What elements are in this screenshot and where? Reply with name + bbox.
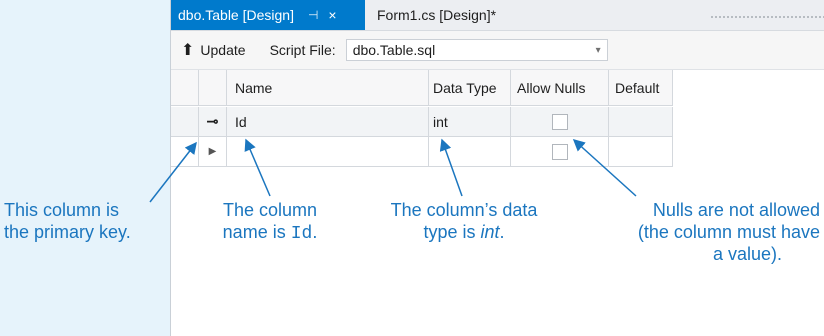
nulls-callout-line: [572, 138, 637, 197]
annotation-line: The column: [222, 200, 318, 220]
annotation-column-name: The column name is Id.: [194, 199, 346, 245]
annotation-line: This column is: [4, 200, 120, 220]
type-callout-line: [439, 138, 463, 197]
annotation-text: name is: [222, 222, 291, 242]
annotation-text: .: [499, 222, 505, 242]
annotation-code: Id: [290, 224, 313, 244]
annotation-data-type: The column’s data type is int.: [374, 199, 554, 243]
annotation-line: type is int.: [374, 221, 554, 243]
annotation-primary-key: This column is the primary key.: [4, 199, 164, 243]
callout-lines: [149, 138, 637, 203]
pk-callout-line: [149, 141, 197, 203]
annotation-line: Nulls are not allowed: [652, 200, 820, 220]
name-callout-line: [244, 138, 271, 197]
annotation-italic: int: [480, 222, 500, 242]
annotation-line: The column’s data: [390, 200, 538, 220]
annotation-line: the primary key.: [4, 222, 131, 242]
annotation-text: .: [312, 222, 318, 242]
annotation-text: type is: [423, 222, 481, 242]
annotation-line: (the column must have: [637, 222, 820, 242]
annotation-allow-nulls: Nulls are not allowed (the column must h…: [606, 199, 820, 265]
annotation-line: name is Id.: [194, 221, 346, 245]
annotation-line: a value).: [712, 244, 782, 264]
